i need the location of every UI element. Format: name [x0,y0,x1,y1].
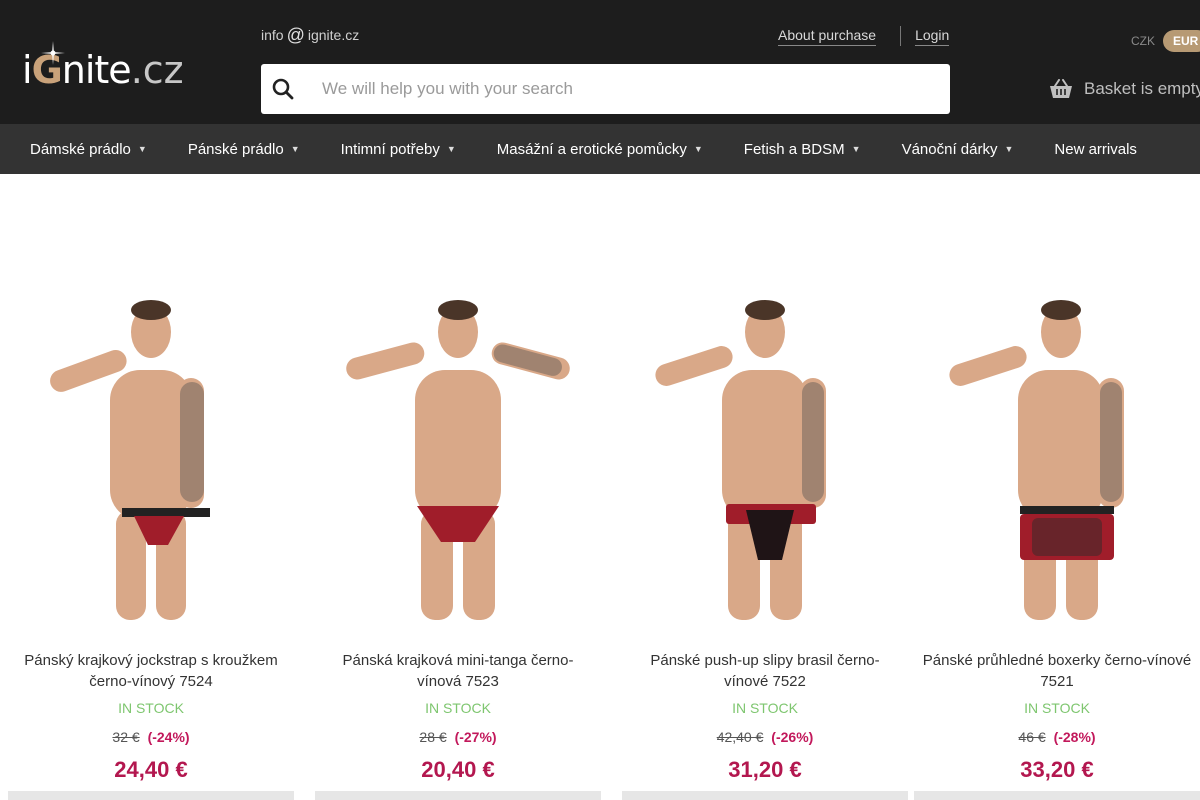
product-image[interactable] [622,270,908,620]
caret-down-icon: ▼ [137,144,147,154]
nav-item-label: Dámské prádlo [30,140,131,158]
product-card: Pánské push-up slipy brasil černo-vínové… [622,250,908,800]
old-price: 42,40 € [716,729,764,745]
nav-item-panske-pradlo[interactable]: Pánské prádlo ▼ [188,141,300,158]
nav-item-masazni-pomucky[interactable]: Masážní a erotické pomůcky ▼ [497,141,703,158]
logo-i: i [22,48,33,92]
nav-item-fetish-bdsm[interactable]: Fetish a BDSM ▼ [744,141,861,158]
old-price: 32 € [112,729,140,745]
nav-item-label: Pánské prádlo [187,140,284,158]
search-icon[interactable] [272,78,294,100]
product-card-footer [315,791,601,800]
product-grid: Pánský krajkový jockstrap s kroužkem čer… [0,250,1200,800]
caret-down-icon: ▼ [1004,144,1014,154]
discount-badge: (-28%) [1053,729,1096,745]
product-image[interactable] [8,270,294,620]
top-links-divider [900,26,902,46]
basket-label: Basket is empty [1084,79,1200,98]
product-name[interactable]: Pánský krajkový jockstrap s kroužkem čer… [8,650,294,692]
stock-status: IN STOCK [732,700,798,716]
logo-nite: nite [61,48,132,92]
email-domain: ignite.cz [307,27,360,43]
main-nav: Dámské prádlo ▼ Pánské prádlo ▼ Intimní … [0,124,1200,174]
site-logo[interactable]: i Gnite .cz [22,41,184,98]
discount-badge: (-27%) [454,729,497,745]
nav-item-label: Intimní potřeby [340,140,440,158]
about-purchase-link[interactable]: About purchase [778,27,877,46]
search-bar [261,64,950,114]
product-name[interactable]: Pánská krajková mini-tanga černo-vínová … [315,650,601,692]
price-old-row: 32 € (-24%) [8,729,294,745]
product-price: 31,20 € [728,757,802,782]
at-icon: @ [286,25,305,45]
nav-item-label: New arrivals [1054,140,1137,158]
currency-switcher: CZK EUR [1120,30,1200,52]
product-name[interactable]: Pánské push-up slipy brasil černo-vínové… [622,650,908,692]
old-price: 46 € [1018,729,1046,745]
product-image[interactable] [914,270,1200,620]
product-price: 20,40 € [421,757,495,782]
product-image[interactable] [315,270,601,620]
currency-czk[interactable]: CZK [1120,30,1155,52]
product-card-footer [8,791,294,800]
caret-down-icon: ▼ [290,144,300,154]
nav-item-damske-pradlo[interactable]: Dámské prádlo ▼ [30,141,147,158]
nav-item-vanocni-darky[interactable]: Vánoční dárky ▼ [902,141,1014,158]
product-card-footer [622,791,908,800]
basket-icon [1050,79,1072,98]
price-old-row: 46 € (-28%) [914,729,1200,745]
caret-down-icon: ▼ [446,144,456,154]
search-input[interactable] [322,79,922,99]
nav-item-new-arrivals[interactable]: New arrivals [1054,141,1137,158]
discount-badge: (-26%) [771,729,814,745]
email-user: info [261,27,284,43]
caret-down-icon: ▼ [693,144,703,154]
basket-button[interactable]: Basket is empty [1049,79,1200,99]
product-card: Pánský krajkový jockstrap s kroužkem čer… [8,250,294,800]
stock-status: IN STOCK [425,700,491,716]
product-name[interactable]: Pánské průhledné boxerky černo-vínové 75… [914,650,1200,692]
site-header: i Gnite .cz info @ ignite.cz About purchas… [0,0,1200,124]
nav-item-label: Masážní a erotické pomůcky [496,140,687,158]
product-price: 24,40 € [114,757,188,782]
nav-item-label: Vánoční dárky [901,140,998,158]
product-card: Pánská krajková mini-tanga černo-vínová … [315,250,601,800]
product-card-footer [914,791,1200,800]
nav-item-label: Fetish a BDSM [743,140,845,158]
currency-eur[interactable]: EUR [1163,30,1200,52]
stock-status: IN STOCK [1024,700,1090,716]
stock-status: IN STOCK [118,700,184,716]
logo-tld: .cz [130,48,184,92]
login-link[interactable]: Login [915,27,950,46]
top-links: About purchase Login [778,26,950,46]
caret-down-icon: ▼ [851,144,861,154]
sparkle-icon [41,41,65,65]
price-old-row: 28 € (-27%) [315,729,601,745]
discount-badge: (-24%) [147,729,190,745]
nav-item-intimni-potreby[interactable]: Intimní potřeby ▼ [341,141,456,158]
contact-email[interactable]: info @ ignite.cz [261,26,359,44]
product-card: Pánské průhledné boxerky černo-vínové 75… [914,250,1200,800]
product-price: 33,20 € [1020,757,1094,782]
price-old-row: 42,40 € (-26%) [622,729,908,745]
old-price: 28 € [419,729,447,745]
